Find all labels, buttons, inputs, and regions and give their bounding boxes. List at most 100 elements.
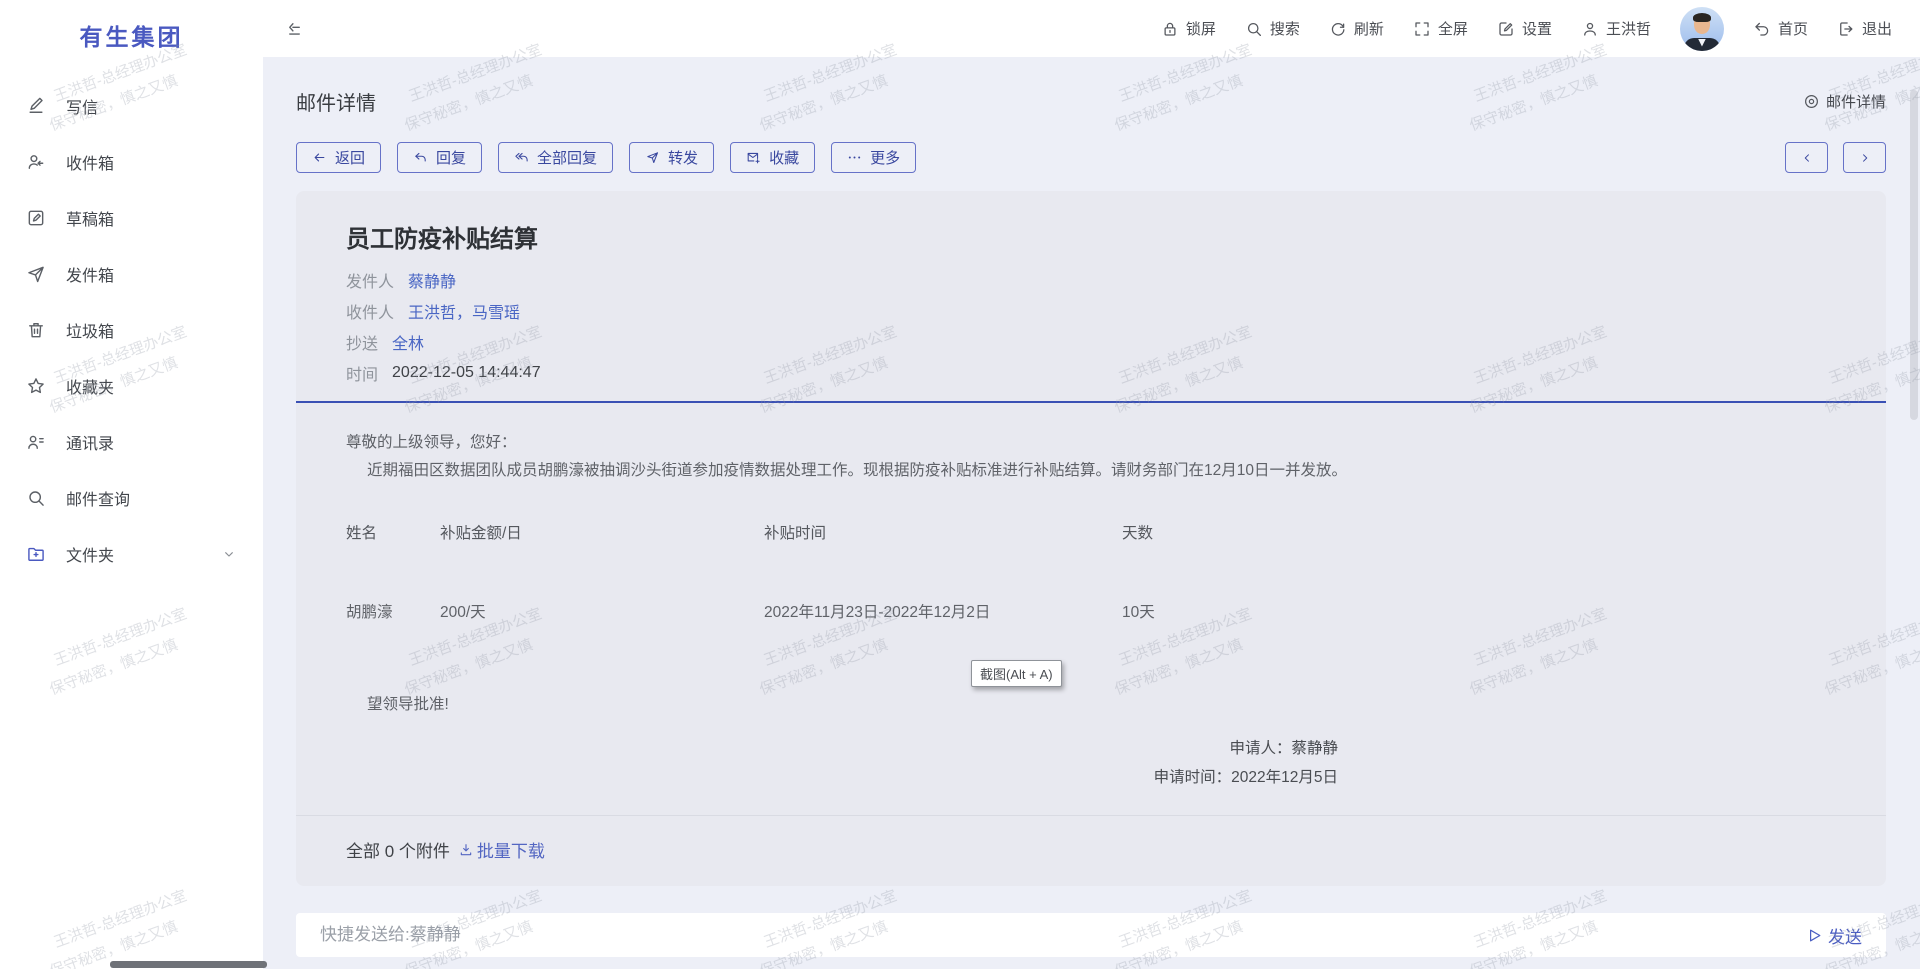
inbox-icon [26, 152, 46, 172]
mail-card: 员工防疫补贴结算 发件人 蔡静静 收件人 王洪哲，马雪瑶 抄送 全林 [296, 191, 1886, 886]
star-icon [26, 376, 46, 396]
applicant-name: 蔡静静 [1291, 740, 1338, 757]
main-area: 锁屏 搜索 刷新 [263, 0, 1920, 969]
mail-pager [1785, 142, 1886, 173]
sidebar-item-inbox[interactable]: 收件箱 [0, 134, 263, 190]
quick-send-bar: 发送 [296, 913, 1886, 957]
topbar: 锁屏 搜索 刷新 [263, 0, 1920, 57]
search-icon [1245, 20, 1263, 38]
sidebar-item-contacts[interactable]: 通讯录 [0, 414, 263, 470]
table-header-cell: 补贴时间 [764, 521, 1122, 543]
sidebar-item-label: 发件箱 [66, 262, 114, 286]
quick-send-input[interactable] [320, 925, 1806, 945]
chevron-left-icon [1800, 151, 1814, 165]
batch-download-link[interactable]: 批量下载 [458, 837, 545, 862]
applicant-row: 申请人：蔡静静 [346, 736, 1338, 756]
lock-screen-button[interactable]: 锁屏 [1161, 18, 1216, 39]
applicant-block: 申请人：蔡静静 申请时间：2022年12月5日 [346, 736, 1836, 785]
table-header-cell: 天数 [1122, 521, 1836, 543]
logout-icon [1837, 20, 1855, 38]
sidebar-item-label: 邮件查询 [66, 486, 130, 510]
table-cell: 200/天 [440, 600, 764, 622]
sent-icon [26, 264, 46, 284]
mail-meta: 发件人 蔡静静 收件人 王洪哲，马雪瑶 抄送 全林 时间 [346, 264, 1836, 388]
refresh-button[interactable]: 刷新 [1329, 18, 1384, 39]
sidebar-item-compose[interactable]: 写信 [0, 78, 263, 134]
sidebar-nav: 写信 收件箱 草稿箱 发件箱 [0, 78, 263, 582]
search-icon [26, 488, 46, 508]
table-cell: 10天 [1122, 600, 1836, 622]
horizontal-scrollbar[interactable] [110, 961, 267, 968]
search-button[interactable]: 搜索 [1245, 18, 1300, 39]
meta-from: 发件人 蔡静静 [346, 264, 1836, 295]
download-icon [458, 842, 474, 858]
page-head: 邮件详情 邮件详情 [296, 87, 1886, 116]
location-icon [1803, 93, 1820, 110]
table-cell: 胡鹏濠 [346, 600, 440, 622]
table-header-cell: 姓名 [346, 521, 440, 543]
mail-toolbar: 返回 回复 全部回复 [296, 142, 1886, 173]
fullscreen-icon [1413, 20, 1431, 38]
sidebar-item-folders[interactable]: 文件夹 [0, 526, 263, 582]
cc-link[interactable]: 全林 [392, 330, 424, 354]
mail-star-icon [746, 150, 761, 165]
drafts-icon [26, 208, 46, 228]
sidebar-item-label: 收藏夹 [66, 374, 114, 398]
prev-mail-button[interactable] [1785, 142, 1828, 173]
sidebar-item-drafts[interactable]: 草稿箱 [0, 190, 263, 246]
folder-plus-icon [26, 544, 46, 564]
meta-time: 时间 2022-12-05 14:44:47 [346, 357, 1836, 388]
logout-button[interactable]: 退出 [1837, 18, 1892, 39]
table-cell: 2022年11月23日-2022年12月2日 [764, 600, 1122, 622]
contacts-icon [26, 432, 46, 452]
chevron-down-icon[interactable] [221, 546, 237, 562]
sidebar-item-trash[interactable]: 垃圾箱 [0, 302, 263, 358]
content: 邮件详情 邮件详情 返回 [263, 87, 1920, 957]
sidebar-item-favorites[interactable]: 收藏夹 [0, 358, 263, 414]
sidebar-item-mail-search[interactable]: 邮件查询 [0, 470, 263, 526]
avatar-hair [1693, 13, 1711, 22]
company-logo: 有生集团 [0, 18, 263, 52]
meta-to: 收件人 王洪哲，马雪瑶 [346, 295, 1836, 326]
ellipsis-icon [847, 150, 862, 165]
send-button[interactable]: 发送 [1806, 923, 1862, 948]
breadcrumb: 邮件详情 [1803, 91, 1886, 112]
sidebar-collapse-icon[interactable] [285, 19, 304, 38]
edit-square-icon [1497, 20, 1515, 38]
avatar[interactable] [1680, 7, 1724, 51]
meta-cc: 抄送 全林 [346, 326, 1836, 357]
sender-link[interactable]: 蔡静静 [408, 268, 456, 292]
home-button[interactable]: 首页 [1753, 18, 1808, 39]
back-button[interactable]: 返回 [296, 142, 381, 173]
table-header-cell: 补贴金额/日 [440, 521, 764, 543]
sidebar-item-label: 草稿箱 [66, 206, 114, 230]
favorite-button[interactable]: 收藏 [730, 142, 815, 173]
mail-subject: 员工防疫补贴结算 [346, 219, 1836, 254]
current-user[interactable]: 王洪哲 [1581, 18, 1651, 39]
subsidy-table: 姓名 补贴金额/日 补贴时间 天数 胡鹏濠 200/天 2022年11月23日-… [346, 521, 1836, 622]
reply-button[interactable]: 回复 [397, 142, 482, 173]
lock-icon [1161, 20, 1179, 38]
body-greeting: 尊敬的上级领导，您好： [346, 430, 1836, 452]
settings-button[interactable]: 设置 [1497, 18, 1552, 39]
attachments-summary: 全部 0 个附件 [346, 837, 450, 862]
attachments-row: 全部 0 个附件 批量下载 [346, 837, 1836, 862]
sidebar-item-sent[interactable]: 发件箱 [0, 246, 263, 302]
recipients-link[interactable]: 王洪哲，马雪瑶 [408, 299, 520, 323]
sidebar: 有生集团 写信 收件箱 草稿箱 [0, 0, 263, 969]
undo-arrow-icon [1753, 20, 1771, 38]
body-paragraph: 近期福田区数据团队成员胡鹏濠被抽调沙头街道参加疫情数据处理工作。现根据防疫补贴标… [346, 460, 1836, 481]
vertical-scrollbar[interactable] [1910, 90, 1918, 420]
chevron-right-icon [1858, 151, 1872, 165]
sidebar-item-label: 通讯录 [66, 430, 114, 454]
reply-all-button[interactable]: 全部回复 [498, 142, 613, 173]
attachments-divider [296, 815, 1886, 816]
more-button[interactable]: 更多 [831, 142, 916, 173]
back-arrow-icon [312, 150, 327, 165]
sidebar-item-label: 写信 [66, 94, 98, 118]
trash-icon [26, 320, 46, 340]
next-mail-button[interactable] [1843, 142, 1886, 173]
sidebar-item-label: 收件箱 [66, 150, 114, 174]
forward-button[interactable]: 转发 [629, 142, 714, 173]
fullscreen-button[interactable]: 全屏 [1413, 18, 1468, 39]
